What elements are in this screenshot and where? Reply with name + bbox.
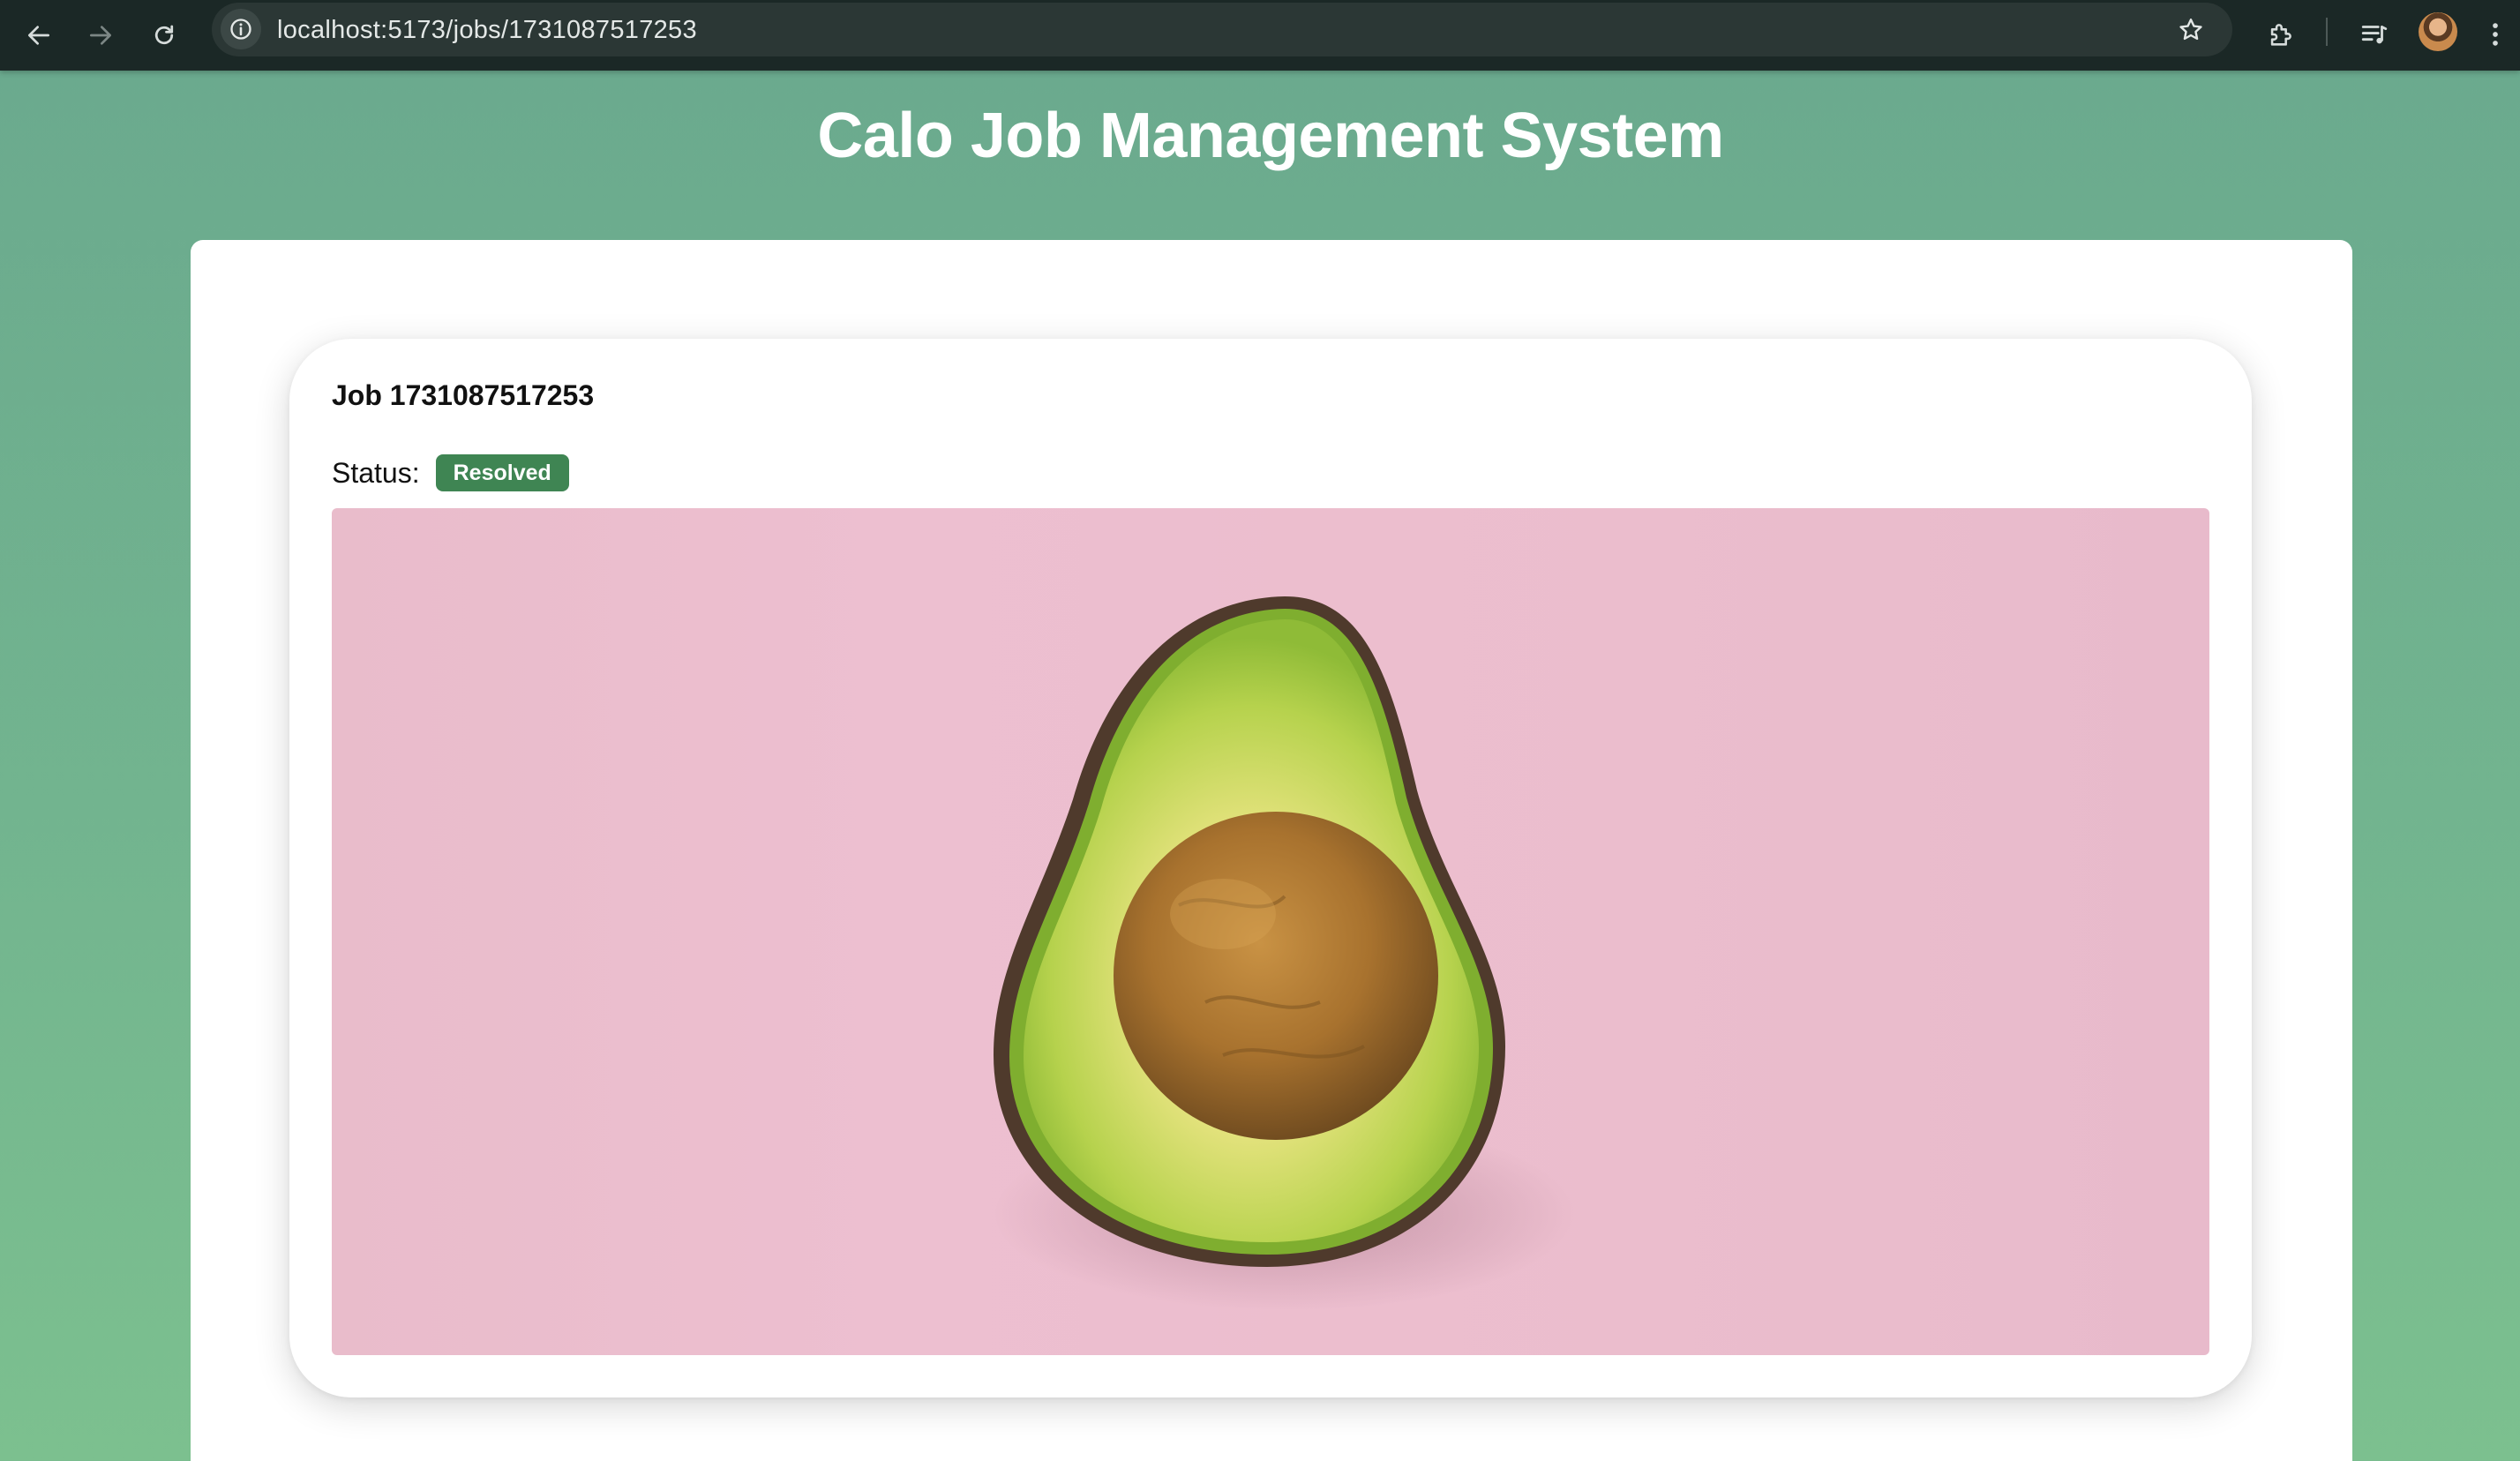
- puzzle-icon: [2270, 24, 2291, 46]
- forward-button[interactable]: [76, 11, 125, 60]
- address-bar[interactable]: localhost:5173/jobs/1731087517253: [212, 3, 2232, 56]
- avocado-image: [994, 596, 1576, 1311]
- main-panel: Job 1731087517253 Status: Resolved: [191, 240, 2352, 1461]
- browser-menu-button[interactable]: [2478, 9, 2513, 60]
- reload-icon: [154, 25, 174, 45]
- status-label: Status:: [332, 456, 420, 489]
- avatar[interactable]: [2419, 12, 2457, 51]
- status-badge: Resolved: [435, 454, 569, 491]
- browser-toolbar: localhost:5173/jobs/1731087517253: [0, 0, 2520, 71]
- bookmark-button[interactable]: [2172, 11, 2209, 49]
- status-row: Status: Resolved: [332, 453, 569, 492]
- job-title: Job 1731087517253: [332, 379, 595, 411]
- reload-button[interactable]: [139, 11, 189, 60]
- page-title: Calo Job Management System: [817, 101, 1724, 171]
- media-queue-icon: [2361, 26, 2388, 44]
- toolbar-divider: [2326, 18, 2328, 46]
- extensions-button[interactable]: [2255, 9, 2306, 60]
- arrow-right-icon: [90, 26, 111, 45]
- url-text[interactable]: localhost:5173/jobs/1731087517253: [277, 16, 697, 44]
- job-image: [332, 508, 2209, 1355]
- job-card: Job 1731087517253 Status: Resolved: [289, 339, 2252, 1397]
- back-button[interactable]: [14, 11, 64, 60]
- info-icon: [230, 19, 251, 40]
- site-info-button[interactable]: [221, 9, 261, 49]
- arrow-left-icon: [28, 26, 49, 45]
- media-controls-button[interactable]: [2349, 9, 2400, 60]
- star-icon: [2179, 19, 2202, 41]
- kebab-menu-icon: [2493, 23, 2498, 46]
